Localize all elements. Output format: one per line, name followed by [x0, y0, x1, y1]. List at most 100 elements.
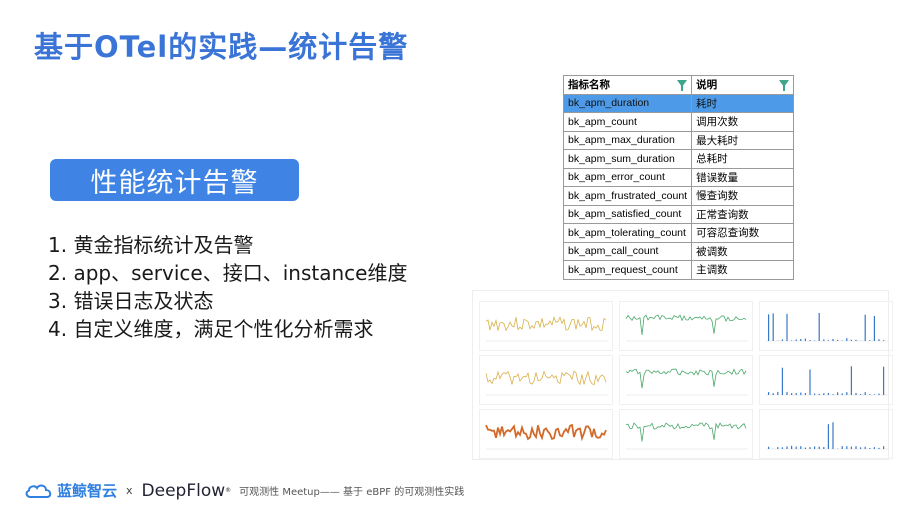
table-header-row: 指标名称 说明 [562, 75, 795, 95]
panel-bar [827, 424, 829, 449]
panel-series-line [625, 422, 747, 442]
panel-bar [832, 394, 834, 395]
panel-bar [878, 393, 880, 395]
panel-sparkline [625, 314, 748, 342]
metric-name-cell: bk_apm_satisfied_count [562, 204, 693, 224]
table-row[interactable]: bk_apm_request_count 主调数 [562, 260, 795, 280]
metric-description-cell: 正常查询数 [691, 204, 795, 224]
column-header-label: 指标名称 [568, 79, 610, 92]
slide-title: 基于OTel的实践—统计告警 [34, 30, 409, 64]
panel-series-line [485, 423, 607, 442]
panel-bar [809, 340, 811, 341]
panel-bar [837, 339, 839, 341]
panel-bar [804, 338, 806, 341]
panel-bar [786, 446, 788, 449]
metric-description-cell: 被调数 [691, 241, 795, 261]
metric-description-cell: 主调数 [691, 260, 795, 280]
panel-bar [823, 393, 825, 395]
bullet-item: 1. 黄金指标统计及告警 [48, 233, 254, 257]
table-row[interactable]: bk_apm_tolerating_count 可容忍查询数 [562, 223, 795, 243]
panel-bar [768, 392, 770, 395]
dashboard-panel [759, 409, 893, 459]
panel-bar [781, 447, 783, 449]
panel-bar [786, 391, 788, 395]
panel-bar [873, 447, 875, 449]
panel-bar [800, 338, 802, 341]
metric-name-cell: bk_apm_request_count [562, 260, 693, 280]
panel-bar [818, 312, 820, 341]
deepflow-logo-text: DeepFlow [141, 480, 226, 501]
panel-bar [800, 446, 802, 449]
panel-bar [818, 393, 820, 395]
table-row[interactable]: bk_apm_sum_duration 总耗时 [562, 149, 795, 169]
panel-bar [855, 392, 857, 395]
panel-bar [786, 313, 788, 341]
registered-mark: ® [225, 487, 232, 494]
panel-bar [846, 392, 848, 395]
metric-name-cell: bk_apm_frustrated_count [562, 186, 693, 206]
bullet-list: 1. 黄金指标统计及告警 2. app、service、接口、instance维… [48, 231, 407, 343]
metrics-table: 指标名称 说明 bk_apm_duration 耗时 bk_apm_count 调用次… [562, 75, 795, 280]
panel-bar [823, 447, 825, 449]
bullet-item: 3. 错误日志及状态 [48, 289, 214, 313]
panel-bar [795, 339, 797, 341]
panel-sparkline [485, 423, 608, 450]
panel-bar [873, 394, 875, 395]
filter-icon[interactable] [677, 80, 688, 91]
panel-bar [846, 338, 848, 341]
metric-name-cell: bk_apm_sum_duration [562, 149, 693, 169]
metric-description-cell: 耗时 [691, 93, 795, 113]
panel-bar [883, 366, 885, 395]
panel-bar [777, 391, 779, 395]
column-header-label: 说明 [696, 79, 718, 92]
section-badge: 性能统计告警 [50, 159, 299, 201]
table-row[interactable]: bk_apm_max_duration 最大耗时 [562, 130, 795, 150]
metric-description-cell: 可容忍查询数 [691, 223, 795, 243]
panel-bar [804, 393, 806, 395]
table-row[interactable]: bk_apm_count 调用次数 [562, 112, 795, 132]
panel-bar [809, 369, 811, 395]
table-row[interactable]: bk_apm_satisfied_count 正常查询数 [562, 204, 795, 224]
dashboard-panel [759, 301, 893, 351]
dashboard-panel [479, 301, 613, 351]
panel-bar [832, 422, 834, 449]
panel-series-line [625, 314, 747, 336]
cloud-logo-icon [25, 484, 52, 498]
panel-sparkline [766, 312, 888, 342]
panel-series-line [625, 368, 747, 389]
column-header-description: 说明 [691, 75, 795, 95]
panel-bar [873, 315, 875, 341]
metric-description-cell: 最大耗时 [691, 130, 795, 150]
panel-bar [832, 339, 834, 341]
panel-bar [804, 447, 806, 449]
table-body: bk_apm_duration 耗时 bk_apm_count 调用次数 bk_apm_… [562, 93, 795, 280]
dashboard-panel [479, 355, 613, 405]
panel-bar [850, 446, 852, 449]
panel-bar [850, 339, 852, 341]
metric-name-cell: bk_apm_tolerating_count [562, 223, 693, 243]
metric-name-cell: bk_apm_call_count [562, 241, 693, 261]
panel-sparkline [625, 422, 748, 450]
table-row[interactable]: bk_apm_frustrated_count 慢查询数 [562, 186, 795, 206]
dashboard-thumbnail [472, 290, 893, 460]
panel-bar [869, 448, 871, 449]
table-row[interactable]: bk_apm_duration 耗时 [562, 93, 795, 113]
table-row[interactable]: bk_apm_call_count 被调数 [562, 241, 795, 261]
metric-description-cell: 慢查询数 [691, 186, 795, 206]
panel-bar [860, 394, 862, 395]
panel-bar [864, 392, 866, 395]
dashboard-panel [619, 355, 753, 405]
dashboard-panel [619, 301, 753, 351]
panel-bar [781, 339, 783, 341]
panel-bar [791, 445, 793, 449]
table-row[interactable]: bk_apm_error_count 错误数量 [562, 167, 795, 187]
panel-bar [777, 447, 779, 449]
panel-bar [855, 446, 857, 449]
panel-bar [818, 446, 820, 449]
panel-bar [860, 447, 862, 449]
metric-description-cell: 总耗时 [691, 149, 795, 169]
panel-bar [814, 446, 816, 449]
panel-bar [878, 447, 880, 449]
filter-icon[interactable] [779, 80, 790, 91]
panel-bar [837, 392, 839, 395]
